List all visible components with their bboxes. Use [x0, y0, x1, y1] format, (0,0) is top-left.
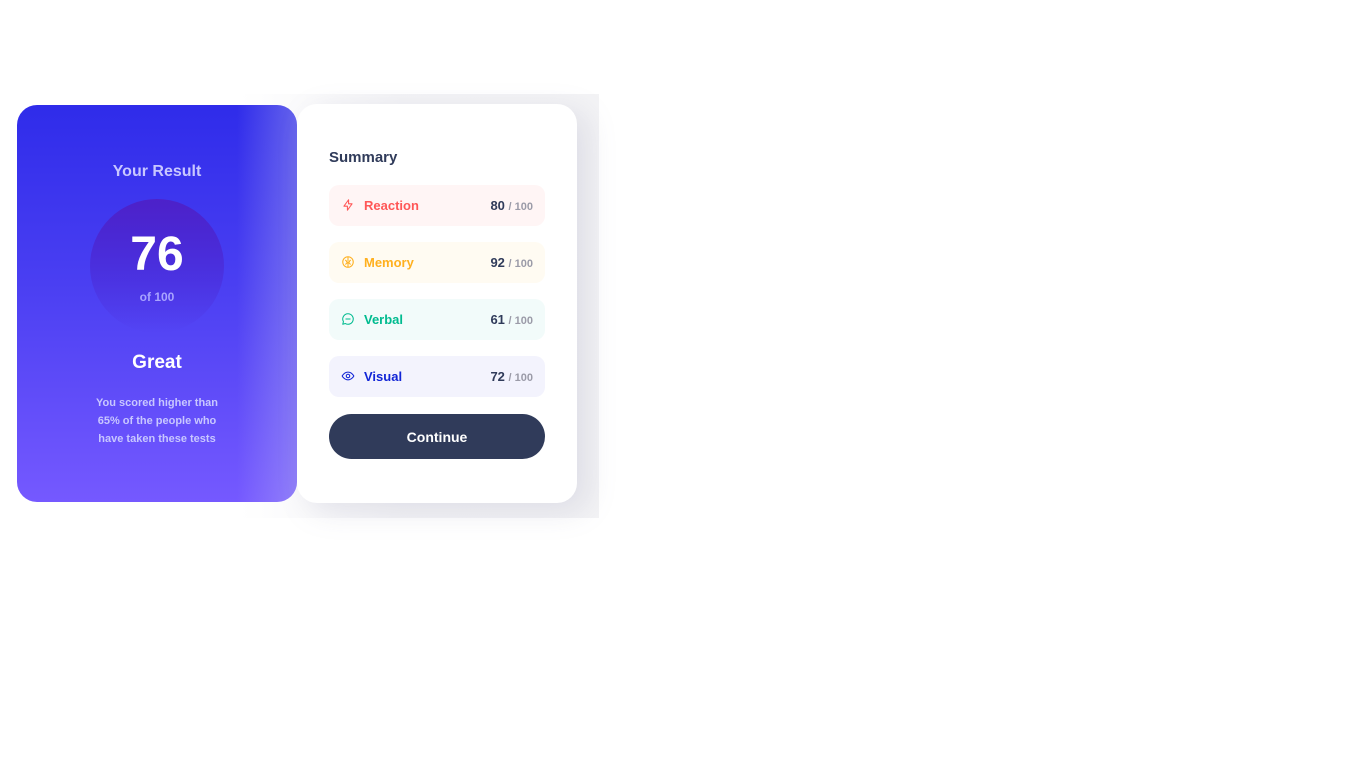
summary-row-visual: Visual 72 / 100: [329, 356, 545, 397]
summary-panel: Summary Reaction 80 / 100 Memory 92 / 10…: [297, 104, 577, 503]
summary-row-score: 72 / 100: [490, 369, 533, 384]
eye-icon: [341, 369, 355, 383]
summary-row-score-value: 92: [490, 255, 505, 270]
continue-button[interactable]: Continue: [329, 414, 545, 459]
summary-row-score-value: 80: [490, 198, 505, 213]
grade-label: Great: [132, 352, 182, 373]
lightning-icon: [341, 198, 355, 212]
summary-row-verbal: Verbal 61 / 100: [329, 299, 545, 340]
summary-row-score: 80 / 100: [490, 198, 533, 213]
summary-row-score-value: 72: [490, 369, 505, 384]
summary-row-label: Reaction: [364, 198, 419, 213]
summary-row-label: Verbal: [364, 312, 404, 327]
summary-row-score-value: 61: [490, 312, 505, 327]
summary-row-score-total: / 100: [508, 372, 533, 384]
result-panel: Your Result 76 of 100 Great You scored h…: [17, 105, 297, 502]
chat-icon: [341, 312, 355, 326]
summary-row-label: Visual: [364, 369, 403, 384]
brain-icon: [341, 255, 355, 269]
score-value: 76: [130, 228, 184, 281]
summary-row-score: 61 / 100: [490, 312, 533, 327]
summary-row-score-total: / 100: [508, 201, 533, 213]
summary-row-score: 92 / 100: [490, 255, 533, 270]
results-summary-card: Your Result 76 of 100 Great You scored h…: [17, 104, 577, 503]
summary-row-score-total: / 100: [508, 258, 533, 270]
summary-row-label: Memory: [364, 255, 414, 270]
result-heading: Your Result: [112, 163, 202, 180]
page: Your Result 76 of 100 Great You scored h…: [0, 0, 1366, 768]
summary-list: Reaction 80 / 100 Memory 92 / 100 Verbal…: [329, 185, 545, 413]
summary-row-reaction: Reaction 80 / 100: [329, 185, 545, 226]
score-total: of 100: [139, 290, 175, 304]
result-description: You scored higher than 65% of the people…: [95, 397, 219, 445]
summary-row-score-total: / 100: [508, 315, 533, 327]
score-circle: 76 of 100: [90, 199, 224, 333]
summary-row-memory: Memory 92 / 100: [329, 242, 545, 283]
summary-title: Summary: [329, 149, 398, 166]
